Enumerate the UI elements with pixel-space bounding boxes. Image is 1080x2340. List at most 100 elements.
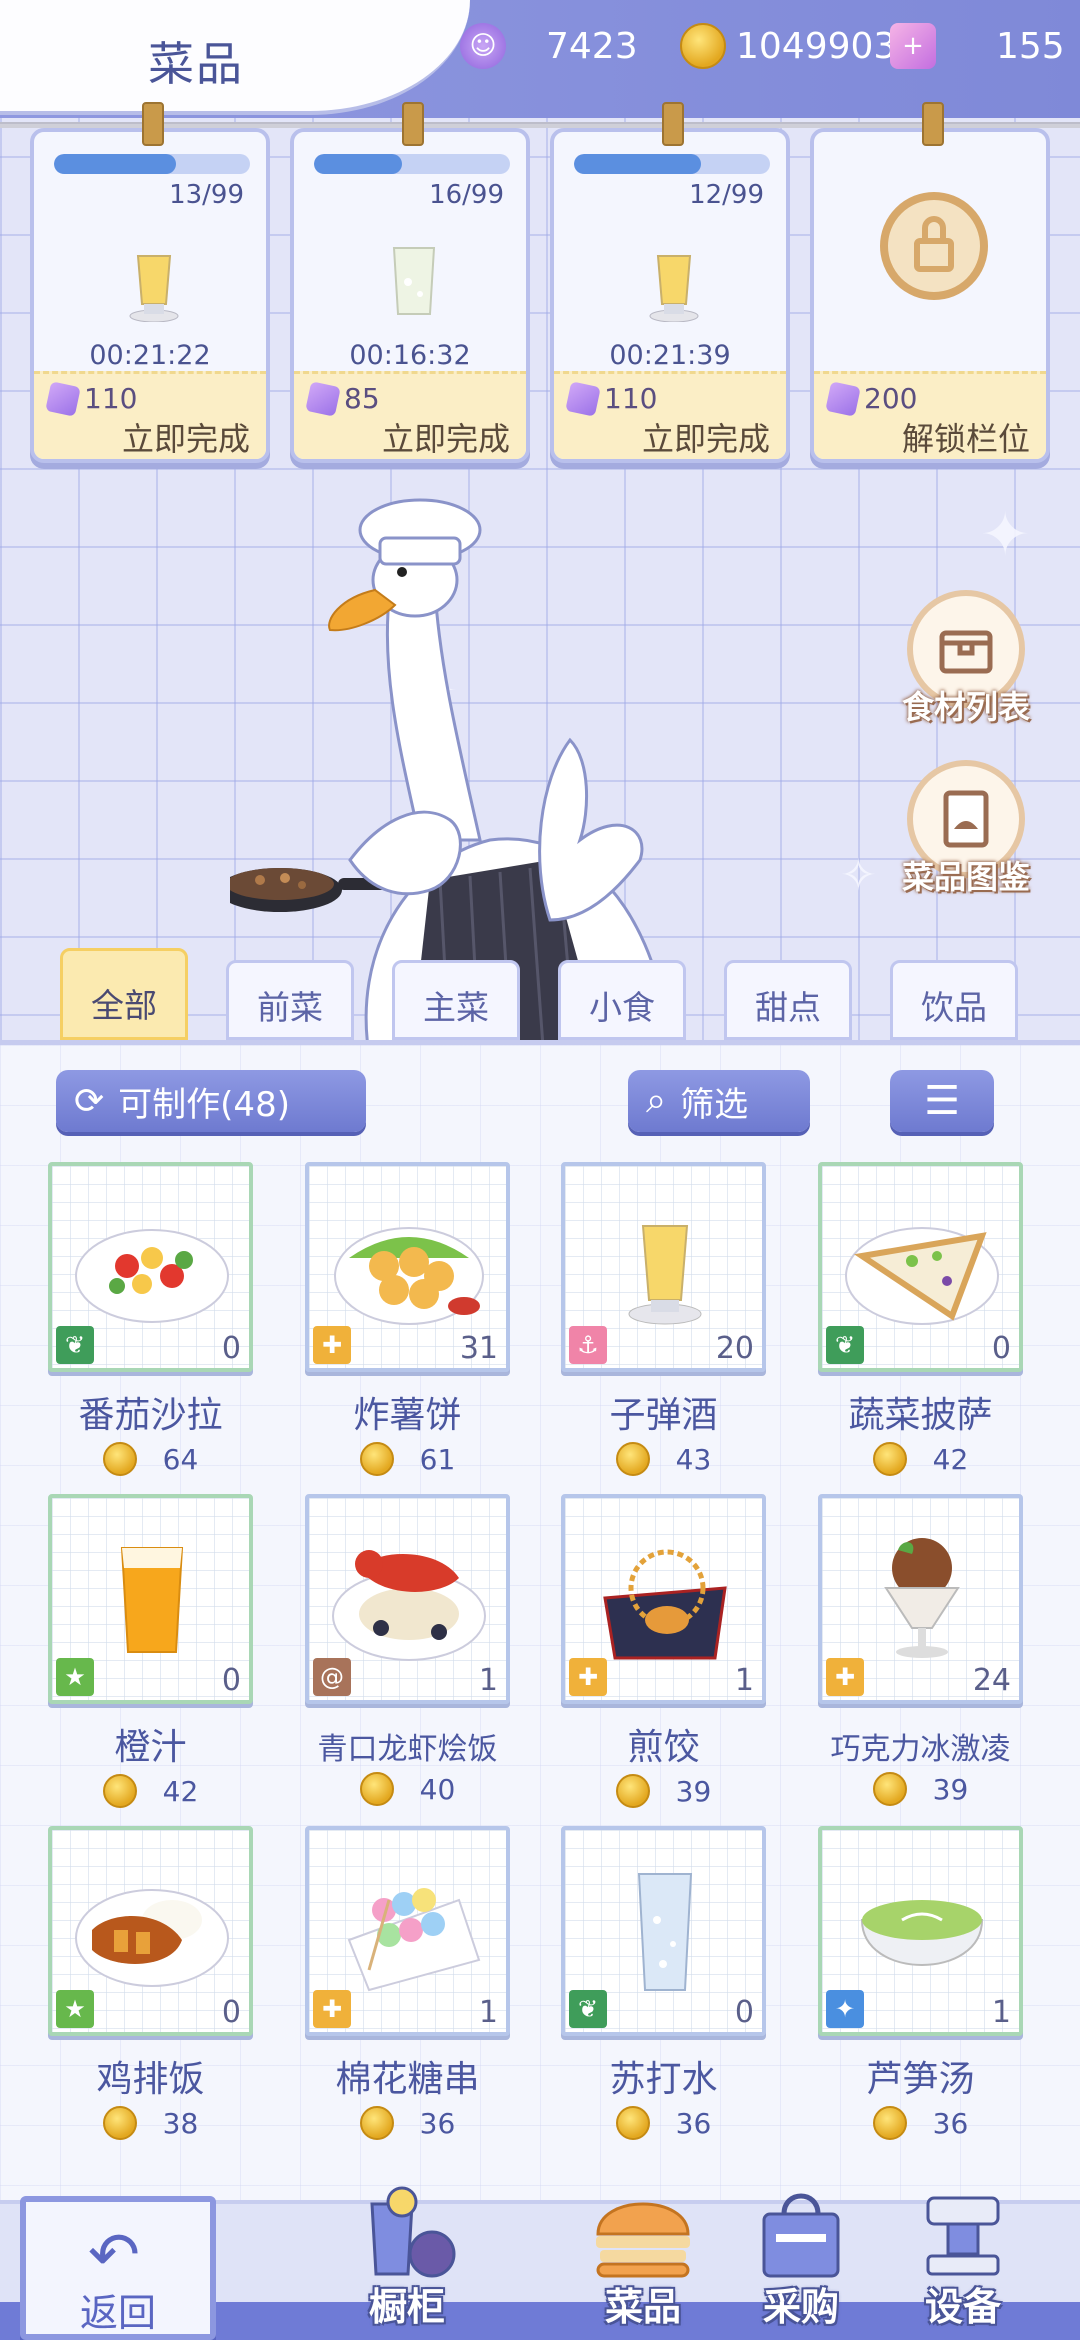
finish-now-button[interactable]: 110 立即完成 bbox=[554, 371, 786, 459]
clip-icon bbox=[142, 102, 164, 146]
lobster-risotto-image bbox=[332, 1550, 486, 1661]
dish-card[interactable]: ✚ 1 煎饺 39 bbox=[561, 1494, 766, 1808]
dish-name: 橙汁 bbox=[114, 1727, 187, 1768]
soda-glass-icon bbox=[392, 247, 436, 315]
nav-dishes[interactable]: 菜品 bbox=[568, 2184, 718, 2331]
gold-coin-icon bbox=[359, 1772, 394, 1806]
ingredients-list-button[interactable]: 食材列表 bbox=[896, 590, 1036, 728]
orange-juice-image bbox=[120, 1547, 184, 1653]
asparagus-soup-image bbox=[860, 1900, 984, 1966]
gold-coin-icon bbox=[680, 23, 726, 69]
nav-equipment-label: 设备 bbox=[924, 2285, 1001, 2329]
chicken-rice-image bbox=[75, 1889, 229, 1987]
puzzle-icon: ✚ bbox=[313, 1990, 351, 2028]
slot-timer: 00:16:32 bbox=[349, 340, 471, 371]
cooking-slot-1[interactable]: 13/99 00:21:22 110 立即完成 bbox=[30, 102, 270, 463]
gold-coin-icon bbox=[615, 2106, 650, 2140]
price-value: 42 bbox=[162, 1774, 199, 1808]
filter-label: 筛选 bbox=[680, 1084, 749, 1125]
cooking-slot-2[interactable]: 16/99 00:16:32 85 立即完成 bbox=[290, 102, 530, 463]
refresh-icon: ⟳ bbox=[74, 1080, 105, 1122]
nav-cupboard[interactable]: 橱柜 bbox=[332, 2184, 482, 2331]
dish-card[interactable]: ❦ 0 苏打水 36 bbox=[561, 1826, 766, 2140]
dish-count: 0 bbox=[221, 1995, 241, 2030]
price-value: 42 bbox=[932, 1442, 969, 1476]
dish-price: 64 bbox=[48, 1442, 253, 1476]
tab-all[interactable]: 全部 bbox=[60, 948, 188, 1040]
price-value: 39 bbox=[675, 1774, 712, 1808]
price-value: 36 bbox=[675, 2106, 712, 2140]
filter-button[interactable]: ⌕ 筛选 bbox=[628, 1070, 810, 1132]
dish-count: 0 bbox=[221, 1331, 241, 1366]
gem-cost-value: 85 bbox=[344, 382, 380, 415]
dish-book-button[interactable]: 菜品图鉴 bbox=[896, 760, 1036, 898]
tab-drinks[interactable]: 饮品 bbox=[890, 960, 1018, 1040]
dish-card[interactable]: ✦ 1 芦笋汤 36 bbox=[818, 1826, 1023, 2140]
unlock-slot-button[interactable]: 200 解锁栏位 bbox=[814, 371, 1046, 459]
dish-card[interactable]: ⚓ 20 子弹酒 43 bbox=[561, 1162, 766, 1476]
price-value: 36 bbox=[932, 2106, 969, 2140]
gem-cost: 110 bbox=[565, 380, 657, 417]
back-button[interactable]: ↶ 返回 bbox=[20, 2196, 216, 2340]
gold-coin-icon bbox=[872, 1442, 907, 1476]
cooking-slot-locked[interactable]: 200 解锁栏位 bbox=[810, 102, 1050, 463]
leaf-icon: ❦ bbox=[826, 1326, 864, 1364]
cooking-slot-3[interactable]: 12/99 00:21:39 110 立即完成 bbox=[550, 102, 790, 463]
dish-price: 36 bbox=[818, 2106, 1023, 2140]
star-icon: ★ bbox=[56, 1658, 94, 1696]
currency-gem[interactable]: + 155 bbox=[890, 18, 1065, 74]
nav-equipment[interactable]: 设备 bbox=[888, 2184, 1038, 2331]
nav-purchase[interactable]: 采购 bbox=[726, 2184, 876, 2331]
tab-snack[interactable]: 小食 bbox=[558, 960, 686, 1040]
dish-name: 蔬菜披萨 bbox=[848, 1395, 993, 1436]
dish-card[interactable]: @ 1 青口龙虾烩饭 40 bbox=[305, 1494, 510, 1806]
finish-now-button[interactable]: 85 立即完成 bbox=[294, 371, 526, 459]
dish-price: 38 bbox=[48, 2106, 253, 2140]
dish-count: 1 bbox=[478, 1663, 498, 1698]
bullet-shot-image bbox=[628, 1225, 702, 1325]
tab-appetizer[interactable]: 前菜 bbox=[226, 960, 354, 1040]
dish-card[interactable]: ✚ 31 炸薯饼 61 bbox=[305, 1162, 510, 1476]
slot-count: 16/99 bbox=[429, 180, 504, 210]
goose-chef-character[interactable] bbox=[230, 480, 730, 1040]
tab-main-course[interactable]: 主菜 bbox=[392, 960, 520, 1040]
gold-coin-icon bbox=[872, 1772, 907, 1806]
dish-card[interactable]: ✚ 1 棉花糖串 36 bbox=[305, 1826, 510, 2140]
gem-cost: 85 bbox=[305, 380, 380, 417]
back-label: 返回 bbox=[79, 2291, 156, 2335]
purple-face-coin-icon: ☺ bbox=[460, 23, 506, 69]
tab-dessert[interactable]: 甜点 bbox=[724, 960, 852, 1040]
puzzle-icon: ✚ bbox=[569, 1658, 607, 1696]
dish-price: 43 bbox=[561, 1442, 766, 1476]
gold-currency-value: 1049903 bbox=[736, 25, 897, 67]
gold-coin-icon bbox=[359, 2106, 394, 2140]
dish-card[interactable]: ❦ 0 蔬菜披萨 42 bbox=[818, 1162, 1023, 1476]
purple-currency-value: 7423 bbox=[546, 25, 638, 67]
gem-icon bbox=[305, 380, 341, 417]
dish-frame: ★ 0 bbox=[48, 1826, 253, 2036]
gem-icon bbox=[825, 380, 861, 417]
progress-bar bbox=[54, 154, 250, 174]
bulb-icon: ✦ bbox=[826, 1990, 864, 2028]
dish-card[interactable]: ❦ 0 番茄沙拉 64 bbox=[48, 1162, 253, 1476]
gold-coin-icon bbox=[615, 1774, 650, 1808]
gold-coin-icon bbox=[359, 1442, 394, 1476]
star-icon: ★ bbox=[56, 1990, 94, 2028]
craftable-toggle-button[interactable]: ⟳ 可制作(48) bbox=[56, 1070, 366, 1132]
finish-now-label: 立即完成 bbox=[641, 420, 770, 458]
dish-frame: @ 1 bbox=[305, 1494, 510, 1704]
dish-book-label: 菜品图鉴 bbox=[901, 858, 1030, 896]
price-value: 38 bbox=[162, 2106, 199, 2140]
clip-icon bbox=[922, 102, 944, 146]
progress-bar bbox=[574, 154, 770, 174]
finish-now-button[interactable]: 110 立即完成 bbox=[34, 371, 266, 459]
sort-button[interactable]: ☰ bbox=[890, 1070, 994, 1132]
dish-card[interactable]: ★ 0 橙汁 42 bbox=[48, 1494, 253, 1808]
dish-card[interactable]: ★ 0 鸡排饭 38 bbox=[48, 1826, 253, 2140]
puzzle-icon: ✚ bbox=[826, 1658, 864, 1696]
anchor-icon: ⚓ bbox=[569, 1326, 607, 1364]
veggie-pizza-image bbox=[845, 1227, 999, 1325]
pink-gem-plus-icon[interactable]: + bbox=[890, 23, 936, 69]
dish-frame: ✚ 1 bbox=[305, 1826, 510, 2036]
dish-card[interactable]: ✚ 24 巧克力冰激凌 39 bbox=[818, 1494, 1023, 1806]
